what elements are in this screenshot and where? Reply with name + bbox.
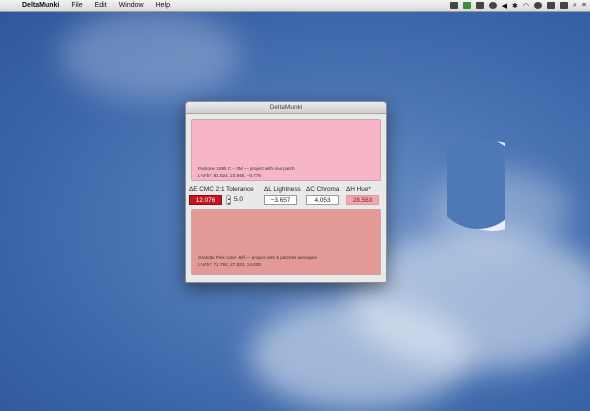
chroma-label: ΔC Chroma: [306, 186, 340, 193]
battery-icon[interactable]: [475, 2, 484, 9]
cmc-label: ΔE CMC 2:1: [189, 186, 225, 193]
menu-bar: DeltaMunki File Edit Window Help ◀ ✱ ◠ ⌕…: [0, 0, 590, 12]
menu-app-name[interactable]: DeltaMunki: [16, 2, 65, 9]
search-icon[interactable]: ⌕: [573, 2, 577, 10]
lightness-label: ΔL Lightness: [264, 186, 301, 193]
reference-lab-values: L*a*b*: 81.824, 23.945, −0.775: [198, 173, 261, 178]
hue-value: 28.563: [346, 195, 379, 205]
hue-label: ΔH Hue*: [346, 186, 371, 193]
window-title[interactable]: DeltaMunki: [186, 102, 386, 114]
time-machine-icon[interactable]: [533, 2, 542, 9]
wifi-icon[interactable]: ◠: [523, 2, 529, 10]
menu-edit[interactable]: Edit: [89, 2, 113, 9]
app-icon[interactable]: [462, 2, 471, 9]
cloud: [250, 300, 470, 410]
tolerance-value[interactable]: 5.0: [234, 196, 243, 203]
reference-name: Pantone 1895 C – 3M — project with one p…: [198, 166, 295, 171]
display-icon[interactable]: [546, 2, 555, 9]
sample-lab-values: L*a*b*: 71.792, 27.822, 14.030: [198, 262, 261, 267]
gamepad-icon[interactable]: [488, 2, 497, 9]
menu-file[interactable]: File: [65, 2, 88, 9]
list-icon[interactable]: ≡: [582, 2, 586, 9]
tolerance-label: Tolerance: [226, 186, 254, 193]
status-area: ◀ ✱ ◠ ⌕ ≡: [449, 0, 586, 11]
chroma-value: 4.053: [306, 195, 339, 205]
tolerance-stepper[interactable]: ▲ ▼: [226, 195, 231, 206]
reference-swatch[interactable]: Pantone 1895 C – 3M — project with one p…: [191, 119, 381, 181]
bluetooth-icon[interactable]: ✱: [512, 2, 518, 10]
lightness-value: −3.657: [264, 195, 297, 205]
menu-help[interactable]: Help: [150, 2, 176, 9]
sample-swatch[interactable]: Grandta Pink color -6ifl — project with …: [191, 209, 381, 275]
deltamunki-window: DeltaMunki Pantone 1895 C – 3M — project…: [185, 101, 387, 283]
menu-extra-icon[interactable]: [559, 2, 568, 9]
cloud: [60, 10, 240, 100]
dropbox-icon[interactable]: [449, 2, 458, 9]
cmc-value: 12.076: [189, 195, 222, 205]
sample-name: Grandta Pink color -6ifl — project with …: [198, 255, 317, 260]
moon-crescent: [447, 141, 505, 231]
menu-window[interactable]: Window: [113, 2, 150, 9]
volume-icon[interactable]: ◀: [502, 2, 507, 10]
